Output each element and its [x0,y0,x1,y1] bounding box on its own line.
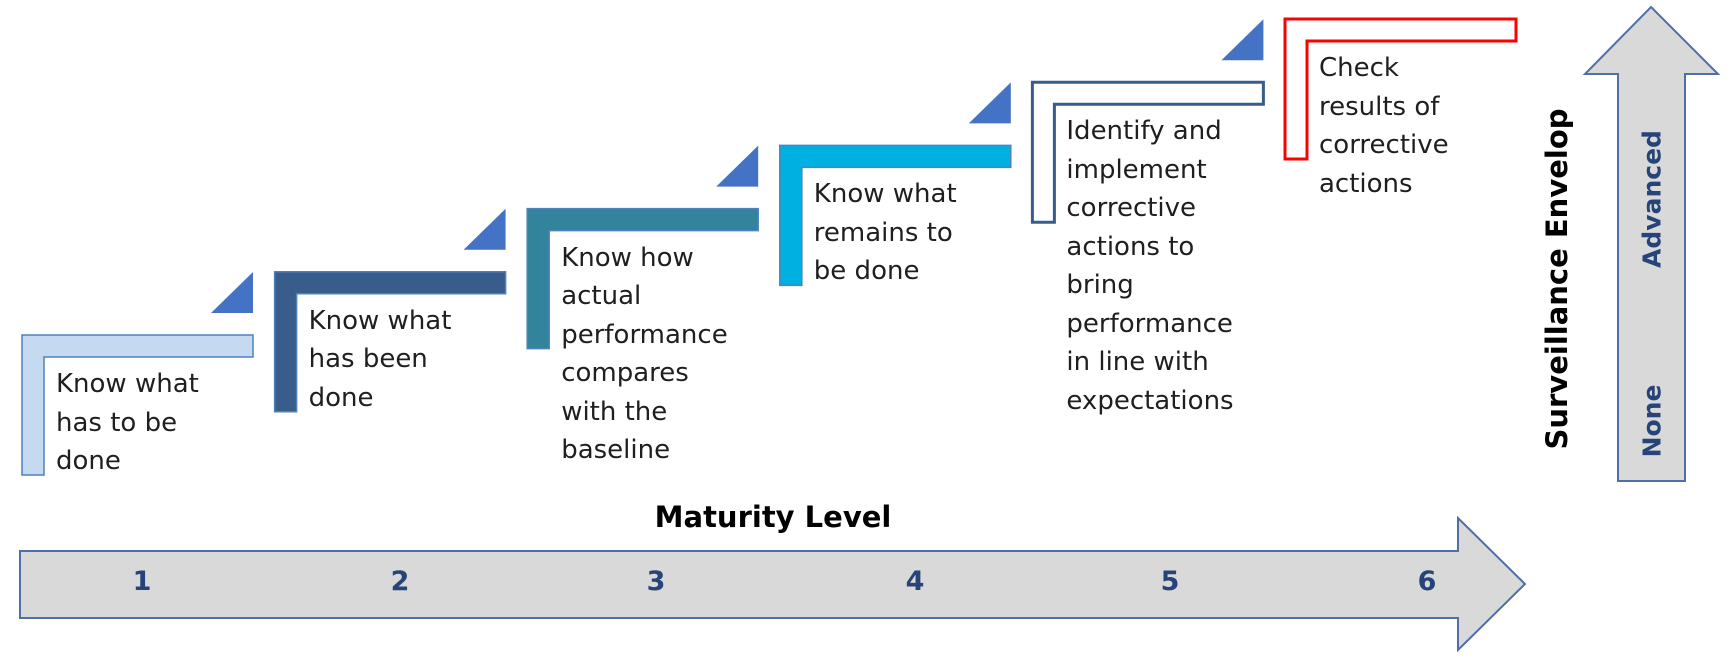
maturity-level-5-label: 5 [1160,566,1180,597]
diagram-shapes [19,5,1721,653]
envelop-high-label: Advanced [1637,130,1667,268]
step-1-text: Know what has to be done [56,369,199,476]
step-6-text: Check results of corrective actions [1319,53,1449,199]
step-1-triangle-icon [211,272,253,313]
maturity-diagram: Know what has to be done Know what has be… [0,0,1732,667]
step-3-triangle-icon [716,145,759,187]
step-5-triangle-icon [1221,19,1264,61]
envelop-low-label: None [1637,384,1667,458]
step-5-text: Identify and implement corrective action… [1066,116,1234,416]
step-2-text: Know what has been done [308,305,452,413]
step-4-text: Know what remains to be done [813,179,957,287]
maturity-level-3-label: 3 [646,566,666,597]
maturity-level-4-label: 4 [905,566,925,597]
step-2-triangle-icon [463,208,506,250]
maturity-level-2-label: 2 [390,566,410,597]
maturity-level-title: Maturity Level [654,500,892,534]
step-4-triangle-icon [968,82,1011,124]
surveillance-envelop-title: Surveillance Envelop [1540,108,1574,450]
maturity-level-6-label: 6 [1417,566,1437,597]
step-3-text: Know how actual performance compares wit… [561,242,728,466]
maturity-level-arrow [19,515,1527,653]
maturity-level-1-label: 1 [132,566,152,597]
